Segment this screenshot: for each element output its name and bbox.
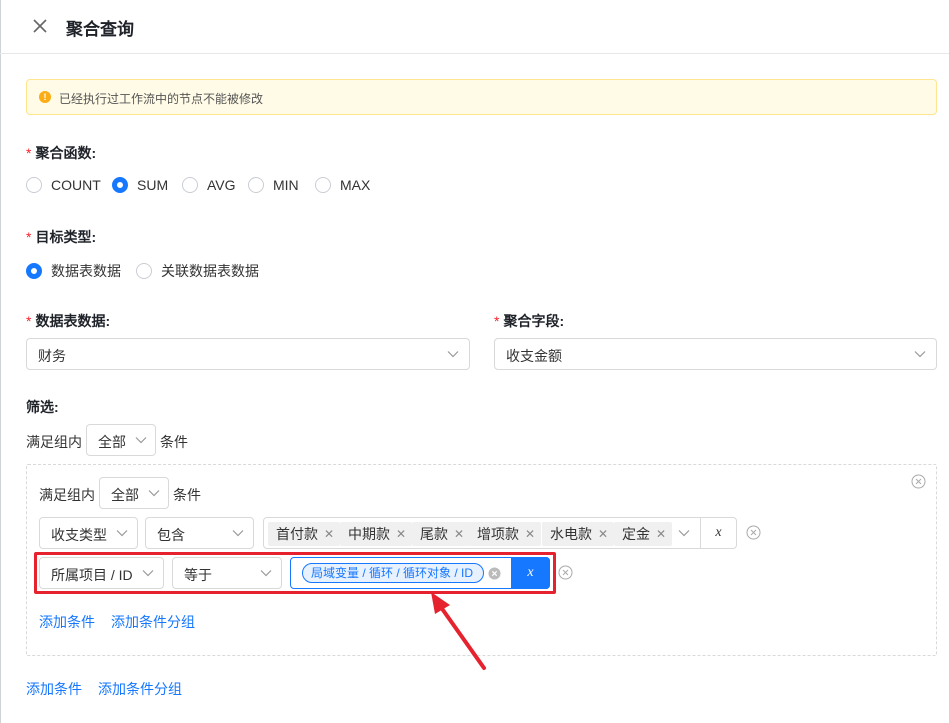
tag-close-icon[interactable]: ✕: [396, 527, 406, 541]
chevron-down-icon: [116, 530, 128, 537]
notice-text: 已经执行过工作流中的节点不能被修改: [59, 92, 264, 106]
radio-sum[interactable]: SUM: [112, 177, 168, 193]
chevron-down-icon: [447, 351, 459, 358]
condition-1-operator-select[interactable]: 包含: [145, 517, 254, 549]
drawer-header: 聚合查询: [0, 0, 949, 54]
tag-close-icon[interactable]: ✕: [324, 527, 334, 541]
radio-circle: [136, 263, 152, 279]
filter-suffix: 条件: [160, 434, 188, 450]
filter-label: 筛选:: [26, 399, 59, 415]
close-icon[interactable]: [30, 16, 50, 36]
group-add-condition-link[interactable]: 添加条件: [39, 612, 95, 632]
radio-related-table-data[interactable]: 关联数据表数据: [136, 261, 259, 281]
group-prefix: 满足组内: [39, 487, 95, 503]
page-title: 聚合查询: [66, 20, 134, 39]
tag-close-icon[interactable]: ✕: [598, 527, 608, 541]
radio-circle: [248, 177, 264, 193]
chevron-down-icon: [914, 351, 926, 358]
table-data-label: * 数据表数据:: [26, 313, 111, 329]
value-tag: 首付款 ✕: [268, 522, 341, 546]
radio-min[interactable]: MIN: [248, 177, 299, 193]
remove-group-icon[interactable]: [911, 474, 926, 489]
radio-max[interactable]: MAX: [315, 177, 370, 193]
value-tag: 水电款 ✕: [542, 522, 615, 546]
filter-prefix: 满足组内: [26, 434, 82, 450]
target-type-label: * 目标类型:: [26, 229, 97, 245]
warning-icon: !: [39, 91, 51, 103]
chevron-down-icon: [148, 490, 160, 497]
tag-close-icon[interactable]: ✕: [525, 527, 535, 541]
radio-circle: [26, 177, 42, 193]
value-tag: 增项款 ✕: [469, 522, 542, 546]
window-edge: [0, 0, 1, 723]
remove-condition-icon[interactable]: [558, 565, 573, 580]
chevron-down-icon: [135, 437, 147, 444]
annotation-arrow-icon: [431, 592, 486, 670]
aggregate-function-label: * 聚合函数:: [26, 145, 97, 161]
tag-close-icon[interactable]: ✕: [454, 527, 464, 541]
add-condition-link[interactable]: 添加条件: [26, 679, 82, 699]
radio-avg[interactable]: AVG: [182, 177, 236, 193]
filter-mode-select[interactable]: 全部: [86, 424, 156, 456]
value-tag: 尾款 ✕: [412, 522, 471, 546]
aggregate-field-label: * 聚合字段:: [494, 313, 565, 329]
value-tag: 定金 ✕: [614, 522, 673, 546]
warning-notice: ! 已经执行过工作流中的节点不能被修改: [26, 79, 937, 115]
chevron-down-icon: [678, 530, 690, 537]
variable-button[interactable]: x: [701, 518, 736, 548]
group-suffix: 条件: [173, 487, 201, 503]
remove-condition-icon[interactable]: [746, 525, 761, 540]
value-tag: 中期款 ✕: [340, 522, 413, 546]
radio-circle-checked: [26, 263, 42, 279]
group-mode-select[interactable]: 全部: [99, 477, 169, 509]
radio-circle: [182, 177, 198, 193]
add-condition-group-link[interactable]: 添加条件分组: [98, 679, 182, 699]
radio-table-data[interactable]: 数据表数据: [26, 261, 121, 281]
condition-1-value-multiselect[interactable]: 首付款 ✕ 中期款 ✕ 尾款 ✕ 增项款 ✕ 水电款 ✕ 定金 ✕ x: [263, 517, 737, 549]
aggregate-field-select[interactable]: 收支金额: [494, 338, 937, 370]
radio-circle-checked: [112, 177, 128, 193]
radio-count[interactable]: COUNT: [26, 177, 101, 193]
tag-close-icon[interactable]: ✕: [656, 527, 666, 541]
condition-1-field-select[interactable]: 收支类型: [39, 517, 138, 549]
group-add-condition-group-link[interactable]: 添加条件分组: [111, 612, 195, 632]
chevron-down-icon: [232, 530, 244, 537]
table-data-select[interactable]: 财务: [26, 338, 470, 370]
radio-circle: [315, 177, 331, 193]
